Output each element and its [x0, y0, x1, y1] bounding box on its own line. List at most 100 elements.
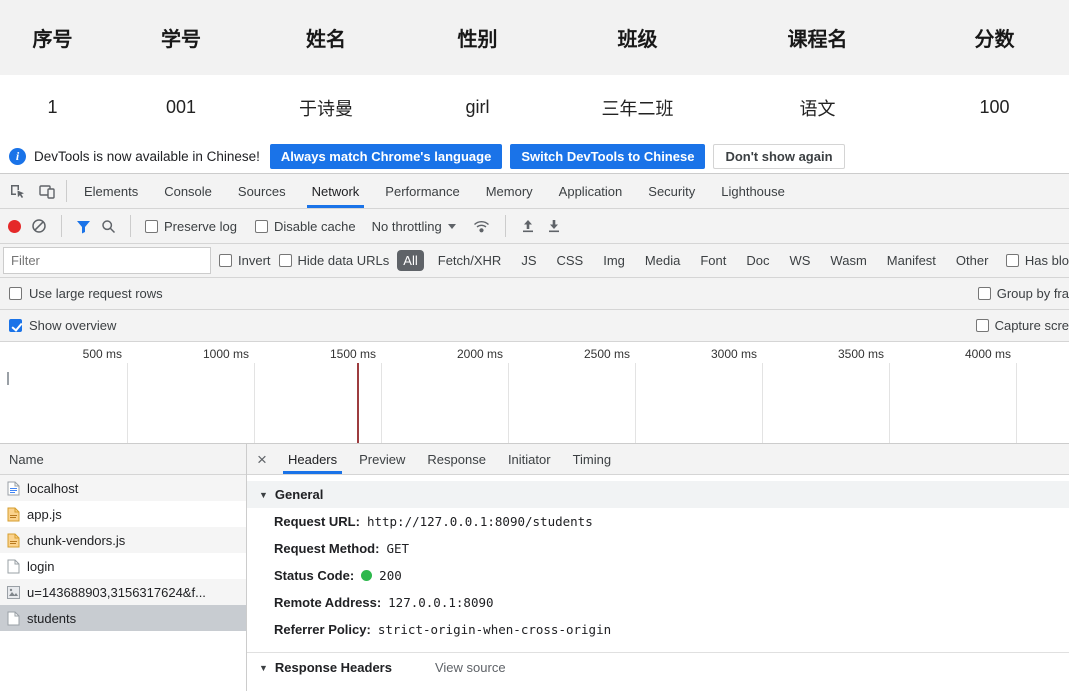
student-table-header-row: 序号 学号 姓名 性别 班级 课程名 分数	[0, 0, 1069, 75]
tab-timing[interactable]: Timing	[562, 444, 623, 474]
cell-student-id: 001	[165, 97, 197, 117]
tab-elements[interactable]: Elements	[71, 174, 151, 208]
triangle-down-icon: ▼	[259, 662, 268, 673]
tab-memory[interactable]: Memory	[473, 174, 546, 208]
tab-performance[interactable]: Performance	[372, 174, 472, 208]
tab-application[interactable]: Application	[546, 174, 636, 208]
disable-cache-checkbox[interactable]	[254, 219, 268, 233]
browser-page: 序号 学号 姓名 性别 班级 课程名 分数 1 001 于诗曼 girl 三年二…	[0, 0, 1069, 691]
column-header-index: 序号	[0, 0, 105, 75]
general-section-header[interactable]: ▼ General	[247, 481, 1069, 508]
divider	[61, 215, 62, 237]
request-name: students	[27, 610, 77, 626]
import-har-icon[interactable]	[520, 218, 536, 234]
filter-type-font[interactable]: Font	[694, 250, 732, 271]
request-row-image[interactable]: u=143688903,3156317624&f...	[0, 579, 246, 605]
record-icon[interactable]	[8, 219, 21, 233]
cell-index: 1	[47, 97, 58, 117]
request-details-panel: × Headers Preview Response Initiator Tim…	[247, 444, 1069, 691]
filter-type-ws[interactable]: WS	[783, 250, 816, 271]
tab-response[interactable]: Response	[416, 444, 497, 474]
throttling-select[interactable]: No throttling	[372, 219, 456, 234]
divider	[66, 180, 67, 202]
export-har-icon[interactable]	[546, 218, 562, 234]
invert-label[interactable]: Invert	[238, 253, 271, 268]
show-overview-label[interactable]: Show overview	[29, 318, 116, 333]
js-file-icon	[7, 533, 20, 548]
request-row-localhost[interactable]: localhost	[0, 475, 246, 501]
filter-type-js[interactable]: JS	[515, 250, 542, 271]
timeline-tick-label: 1000 ms	[202, 347, 249, 361]
response-headers-section-header[interactable]: ▼ Response Headers View source	[247, 652, 1069, 682]
tab-security[interactable]: Security	[635, 174, 708, 208]
tab-console[interactable]: Console	[151, 174, 225, 208]
request-row-students[interactable]: students	[0, 605, 246, 631]
cell-score: 100	[979, 97, 1010, 117]
hide-data-urls-checkbox[interactable]	[278, 254, 292, 267]
network-toolbar: Preserve log Disable cache No throttling	[0, 209, 1069, 244]
filter-type-css[interactable]: CSS	[551, 250, 590, 271]
filter-type-media[interactable]: Media	[639, 250, 686, 271]
view-source-button[interactable]: View source	[435, 660, 506, 675]
timeline-tick-label: 3000 ms	[710, 347, 757, 361]
filter-type-img[interactable]: Img	[597, 250, 631, 271]
has-blocked-cookies-checkbox[interactable]	[1005, 254, 1019, 267]
tab-headers[interactable]: Headers	[277, 444, 348, 474]
network-conditions-icon[interactable]	[472, 218, 491, 234]
filter-type-manifest[interactable]: Manifest	[881, 250, 942, 271]
capture-screenshots-label[interactable]: Capture scre	[995, 318, 1069, 333]
hide-data-urls-label[interactable]: Hide data URLs	[298, 253, 390, 268]
request-row-chunk-vendors-js[interactable]: chunk-vendors.js	[0, 527, 246, 553]
invert-checkbox[interactable]	[219, 254, 232, 267]
tab-network[interactable]: Network	[299, 174, 373, 208]
has-blocked-cookies-label[interactable]: Has blo	[1025, 253, 1069, 268]
tab-initiator[interactable]: Initiator	[497, 444, 562, 474]
filter-type-wasm[interactable]: Wasm	[824, 250, 872, 271]
capture-screenshots-checkbox[interactable]	[975, 319, 989, 332]
preserve-log-checkbox[interactable]	[145, 219, 158, 233]
request-row-app-js[interactable]: app.js	[0, 501, 246, 527]
name-column-header[interactable]: Name	[0, 444, 246, 475]
filter-type-doc[interactable]: Doc	[740, 250, 775, 271]
request-name: login	[27, 558, 55, 574]
dont-show-again-button[interactable]: Don't show again	[713, 144, 845, 169]
filter-type-other[interactable]: Other	[950, 250, 995, 271]
file-icon	[7, 559, 20, 574]
request-row-login[interactable]: login	[0, 553, 246, 579]
devtools-language-notification: i DevTools is now available in Chinese! …	[0, 140, 1069, 173]
filter-icon[interactable]	[76, 219, 91, 234]
filter-type-fetch-xhr[interactable]: Fetch/XHR	[432, 250, 508, 271]
group-by-frame-label[interactable]: Group by fra	[997, 286, 1069, 301]
switch-devtools-to-chinese-button[interactable]: Switch DevTools to Chinese	[510, 144, 706, 169]
timeline-gridline	[1016, 363, 1017, 443]
timeline-gridline	[762, 363, 763, 443]
preserve-log-label[interactable]: Preserve log	[164, 219, 237, 234]
tab-preview[interactable]: Preview	[348, 444, 416, 474]
filter-input[interactable]	[3, 247, 211, 274]
response-headers-title: Response Headers	[274, 660, 392, 675]
filter-type-all[interactable]: All	[397, 250, 424, 271]
close-icon[interactable]: ×	[247, 451, 277, 468]
device-toolbar-icon[interactable]	[32, 177, 62, 205]
network-options-row-1: Use large request rows Group by fra	[0, 278, 1069, 310]
disable-cache-label[interactable]: Disable cache	[274, 219, 356, 234]
use-large-request-rows-label[interactable]: Use large request rows	[29, 286, 163, 301]
timeline-tick-label: 4000 ms	[964, 347, 1011, 361]
use-large-request-rows-checkbox[interactable]	[9, 287, 22, 300]
tab-lighthouse[interactable]: Lighthouse	[708, 174, 798, 208]
inspect-icon[interactable]	[2, 177, 32, 205]
match-chrome-language-button[interactable]: Always match Chrome's language	[269, 144, 503, 169]
requests-split: Name localhost app.js chunk-vendors.js l…	[0, 444, 1069, 691]
name-column-header-label: Name	[9, 451, 44, 467]
kv-key: Status Code:	[274, 568, 355, 583]
clear-icon[interactable]	[31, 218, 47, 234]
group-by-frame-checkbox[interactable]	[977, 287, 991, 300]
show-overview-checkbox[interactable]	[9, 319, 22, 332]
kv-status-code: Status Code: 200	[247, 562, 1069, 589]
timeline-gridline	[254, 363, 255, 443]
notification-message: DevTools is now available in Chinese!	[34, 149, 260, 164]
tab-sources[interactable]: Sources	[225, 174, 299, 208]
network-overview-timeline[interactable]: 500 ms 1000 ms 1500 ms 2000 ms 2500 ms 3…	[0, 342, 1069, 444]
devtools-tab-strip: Elements Console Sources Network Perform…	[71, 174, 798, 208]
search-icon[interactable]	[101, 219, 116, 234]
